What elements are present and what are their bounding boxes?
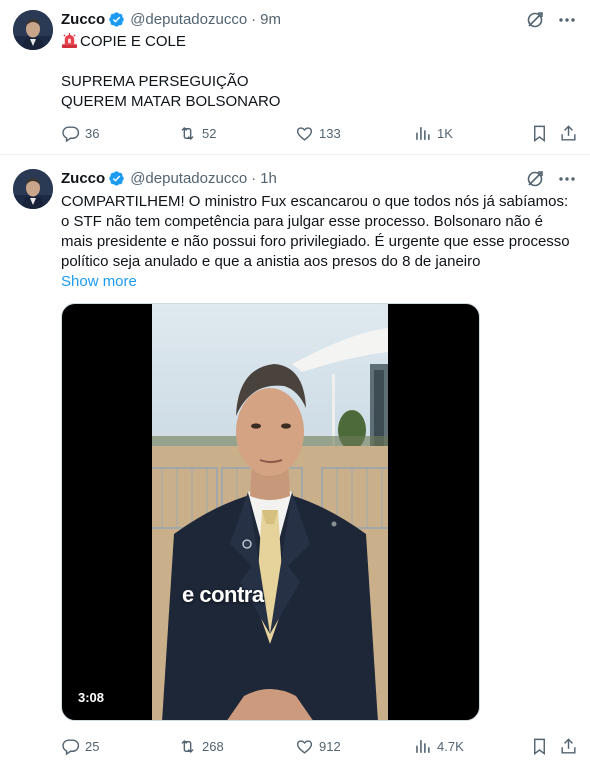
separator-dot: · bbox=[251, 10, 257, 28]
bookmark-icon bbox=[534, 125, 545, 142]
repost-button[interactable]: 52 bbox=[178, 123, 216, 143]
action-bar: 36 52 133 1K bbox=[61, 123, 581, 143]
views-button[interactable]: 4.7K bbox=[413, 736, 464, 756]
heart-icon bbox=[296, 739, 313, 754]
repost-count: 52 bbox=[202, 125, 217, 141]
more-icon[interactable] bbox=[557, 10, 577, 30]
author-name[interactable]: Zucco bbox=[61, 11, 105, 28]
verified-badge-icon bbox=[108, 11, 125, 28]
like-button[interactable]: 912 bbox=[295, 736, 341, 756]
tweet[interactable]: Zucco @deputadozucco · 9m COPIE E COLE S… bbox=[0, 0, 590, 155]
reply-button[interactable]: 36 bbox=[61, 123, 99, 143]
views-button[interactable]: 1K bbox=[413, 123, 453, 143]
tweet-header: Zucco @deputadozucco · 1h bbox=[61, 168, 277, 188]
view-count: 4.7K bbox=[437, 738, 464, 754]
grok-icon[interactable] bbox=[525, 10, 545, 30]
views-icon bbox=[416, 126, 430, 140]
timestamp[interactable]: 9m bbox=[260, 11, 281, 28]
tweet-line: COMPARTILHEM! O ministro Fux escancarou … bbox=[61, 193, 569, 210]
view-count: 1K bbox=[437, 125, 453, 141]
timestamp[interactable]: 1h bbox=[260, 170, 277, 187]
tweet-line: SUPREMA PERSEGUIÇÃO bbox=[61, 73, 249, 90]
tweet-line: político seja anulado e que a anistia ao… bbox=[61, 253, 481, 270]
heart-icon bbox=[296, 126, 313, 141]
tweet-line: COPIE E COLE bbox=[80, 33, 186, 50]
action-bar: 25 268 912 4.7K bbox=[61, 736, 581, 756]
avatar[interactable] bbox=[13, 10, 53, 50]
share-icon bbox=[561, 124, 576, 141]
separator-dot: · bbox=[251, 169, 257, 187]
video-duration: 3:08 bbox=[74, 689, 109, 706]
like-count: 912 bbox=[319, 738, 341, 754]
tweet-line: mais presidente e não possui foro privil… bbox=[61, 233, 570, 250]
like-count: 133 bbox=[319, 125, 341, 141]
author-name[interactable]: Zucco bbox=[61, 170, 105, 187]
repost-count: 268 bbox=[202, 738, 224, 754]
video-still bbox=[152, 328, 388, 720]
video-player[interactable]: e contra 3:08 bbox=[61, 303, 480, 721]
reply-button[interactable]: 25 bbox=[61, 736, 99, 756]
video-frame[interactable]: e contra bbox=[152, 304, 388, 720]
video-caption: e contra bbox=[182, 582, 264, 607]
repost-icon bbox=[181, 739, 194, 753]
show-more-link[interactable]: Show more bbox=[61, 272, 581, 292]
reply-count: 25 bbox=[85, 738, 100, 754]
grok-icon[interactable] bbox=[525, 169, 545, 189]
like-button[interactable]: 133 bbox=[295, 123, 341, 143]
verified-badge-icon bbox=[108, 170, 125, 187]
tweet-text: COPIE E COLE SUPREMA PERSEGUIÇÃO QUEREM … bbox=[61, 32, 581, 112]
views-icon bbox=[416, 739, 430, 753]
siren-icon bbox=[61, 32, 78, 49]
author-handle[interactable]: @deputadozucco bbox=[130, 11, 247, 28]
tweet-line bbox=[61, 52, 581, 72]
tweet-header: Zucco @deputadozucco · 9m bbox=[61, 9, 281, 29]
tweet-text: COMPARTILHEM! O ministro Fux escancarou … bbox=[61, 192, 581, 292]
share-button[interactable] bbox=[559, 123, 578, 143]
bookmark-icon bbox=[534, 738, 545, 755]
tweet-line: QUEREM MATAR BOLSONARO bbox=[61, 93, 281, 110]
share-button[interactable] bbox=[559, 736, 578, 756]
author-handle[interactable]: @deputadozucco bbox=[130, 170, 247, 187]
reply-count: 36 bbox=[85, 125, 100, 141]
bookmark-button[interactable] bbox=[530, 123, 549, 143]
tweet[interactable]: Zucco @deputadozucco · 1h COMPARTILHEM! … bbox=[0, 156, 590, 762]
reply-icon bbox=[62, 125, 80, 142]
repost-icon bbox=[181, 126, 194, 140]
share-icon bbox=[561, 737, 576, 754]
repost-button[interactable]: 268 bbox=[178, 736, 224, 756]
reply-icon bbox=[62, 738, 80, 755]
avatar[interactable] bbox=[13, 169, 53, 209]
tweet-line: o STF não tem competência para julgar es… bbox=[61, 213, 543, 230]
more-icon[interactable] bbox=[557, 169, 577, 189]
bookmark-button[interactable] bbox=[530, 736, 549, 756]
